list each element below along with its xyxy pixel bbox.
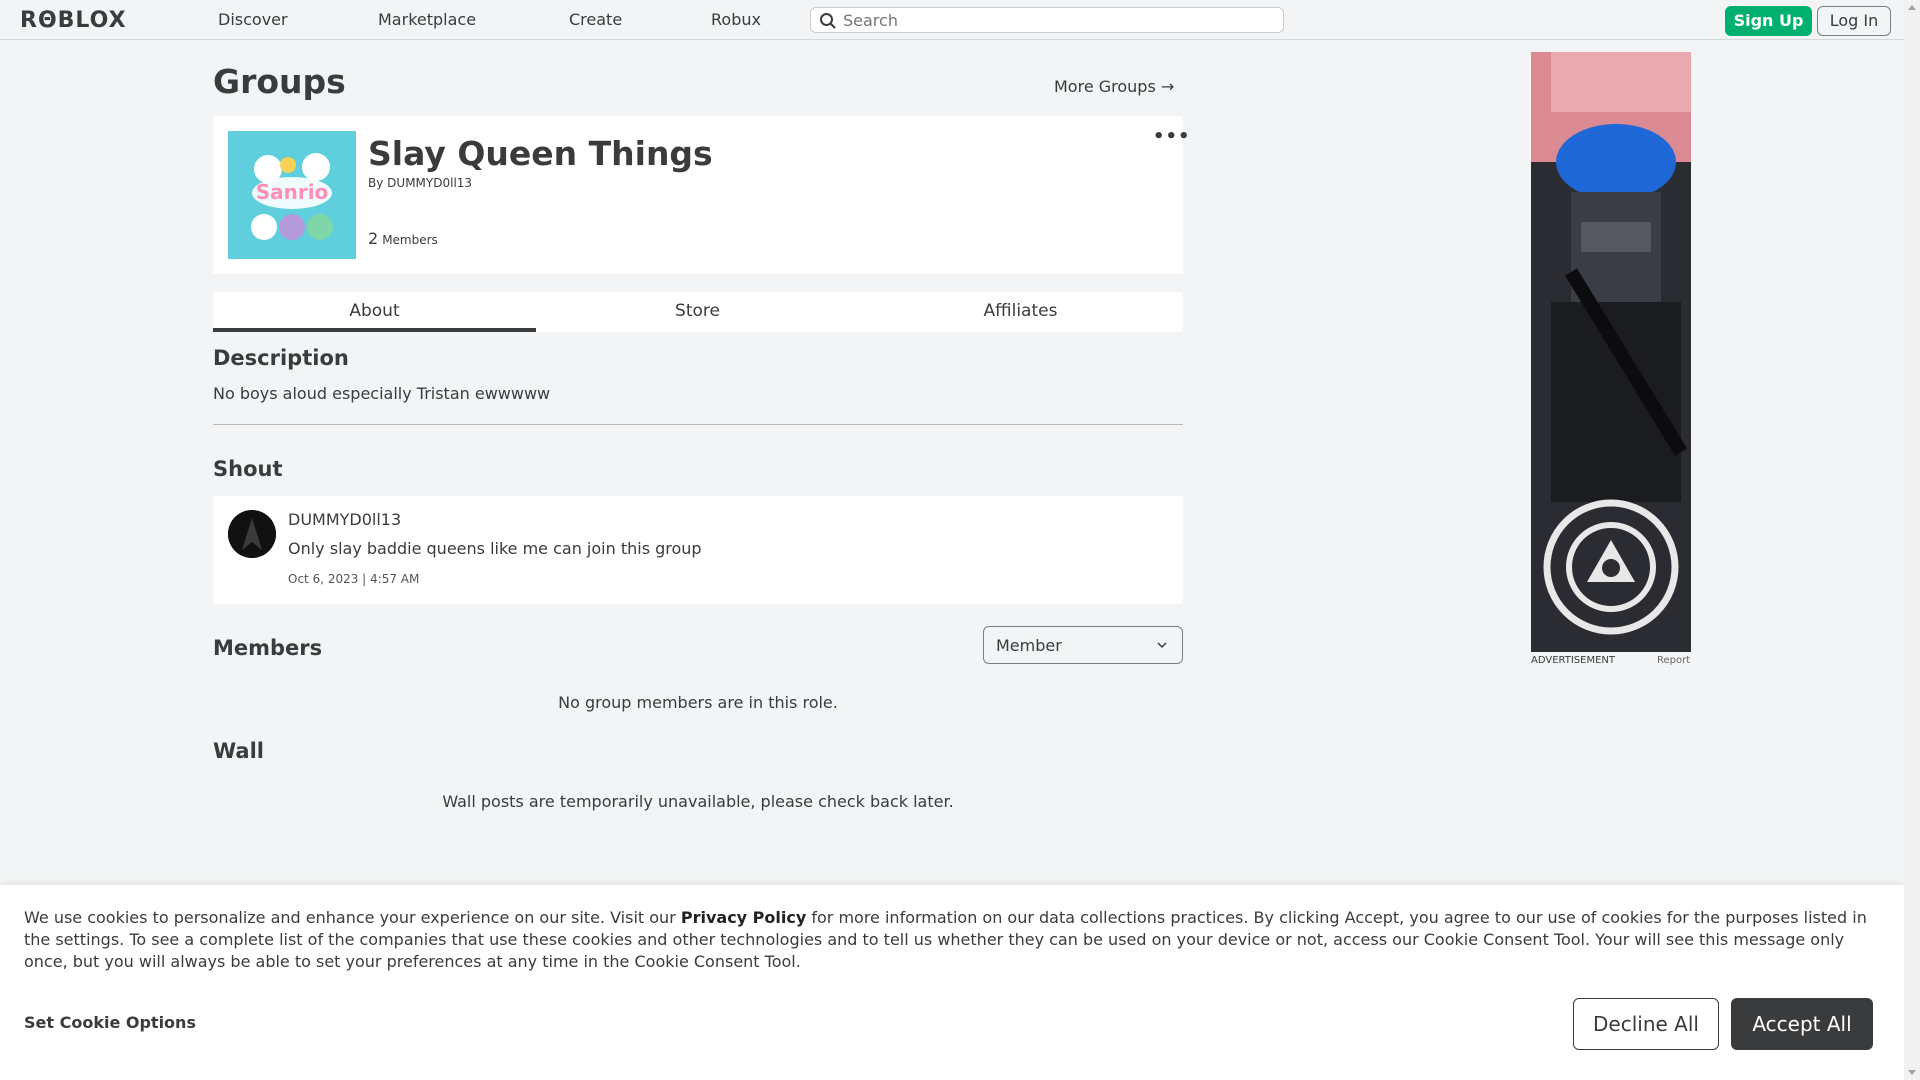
- wall-heading: Wall: [213, 739, 264, 763]
- shout-card: DUMMYD0ll13 Only slay baddie queens like…: [213, 496, 1183, 604]
- sign-up-button[interactable]: Sign Up: [1725, 6, 1812, 36]
- shout-author[interactable]: DUMMYD0ll13: [288, 510, 401, 529]
- more-groups-link[interactable]: More Groups →: [1054, 77, 1174, 96]
- cookie-message: We use cookies to personalize and enhanc…: [24, 907, 1884, 973]
- shout-heading: Shout: [213, 457, 283, 481]
- svg-text:Sanrio: Sanrio: [256, 180, 329, 204]
- nav-link-robux[interactable]: Robux: [711, 10, 761, 29]
- accept-all-button[interactable]: Accept All: [1731, 998, 1873, 1050]
- by-label: By: [368, 176, 384, 190]
- group-thumbnail: Sanrio: [228, 131, 356, 259]
- owner-link[interactable]: DUMMYD0ll13: [387, 176, 472, 190]
- scroll-up-icon[interactable]: [1908, 5, 1916, 10]
- sanrio-group-image: Sanrio: [228, 131, 356, 259]
- shout-timestamp: Oct 6, 2023 | 4:57 AM: [288, 572, 420, 586]
- avatar[interactable]: [228, 510, 276, 558]
- scroll-down-icon[interactable]: [1908, 1070, 1916, 1075]
- page-scrollbar[interactable]: [1904, 0, 1920, 1080]
- ad-report-link[interactable]: Report: [1657, 655, 1690, 666]
- cookie-text-before: We use cookies to personalize and enhanc…: [24, 908, 681, 927]
- privacy-policy-link[interactable]: Privacy Policy: [681, 908, 806, 927]
- role-dropdown[interactable]: Member: [983, 626, 1183, 664]
- page-title: Groups: [213, 62, 346, 101]
- search-box[interactable]: [810, 7, 1284, 33]
- log-in-button[interactable]: Log In: [1817, 6, 1891, 36]
- group-owner: By DUMMYD0ll13: [368, 176, 472, 190]
- members-heading: Members: [213, 636, 323, 660]
- tab-store[interactable]: Store: [536, 292, 859, 332]
- tab-affiliates[interactable]: Affiliates: [859, 292, 1182, 332]
- group-member-count: 2 Members: [368, 229, 438, 248]
- shout-message: Only slay baddie queens like me can join…: [288, 539, 702, 558]
- ad-image: [1531, 52, 1691, 652]
- wall-unavailable-message: Wall posts are temporarily unavailable, …: [442, 792, 954, 811]
- set-cookie-options-link[interactable]: Set Cookie Options: [24, 1013, 196, 1032]
- description-text: No boys aloud especially Tristan ewwwww: [213, 384, 551, 403]
- search-icon: [820, 13, 836, 29]
- divider: [213, 424, 1183, 425]
- roblox-logo[interactable]: RΘBLOX: [20, 8, 127, 33]
- group-name: Slay Queen Things: [368, 134, 713, 173]
- group-header-card: Sanrio Slay Queen Things By DUMMYD0ll13 …: [213, 116, 1190, 274]
- ad-label: ADVERTISEMENT: [1531, 655, 1616, 666]
- top-nav: RΘBLOX Discover Marketplace Create Robux…: [0, 0, 1904, 40]
- avatar-image: [228, 510, 276, 558]
- nav-link-marketplace[interactable]: Marketplace: [378, 10, 476, 29]
- group-tabs: About Store Affiliates: [213, 292, 1183, 332]
- members-label: Members: [382, 233, 438, 247]
- tab-about[interactable]: About: [213, 292, 536, 332]
- more-options-icon[interactable]: •••: [1153, 126, 1191, 147]
- members-empty-message: No group members are in this role.: [558, 693, 838, 712]
- role-dropdown-value: Member: [996, 636, 1062, 655]
- chevron-down-icon: [1157, 642, 1167, 649]
- nav-link-create[interactable]: Create: [569, 10, 622, 29]
- search-input[interactable]: [843, 10, 1273, 30]
- description-heading: Description: [213, 346, 349, 370]
- nav-link-discover[interactable]: Discover: [218, 10, 288, 29]
- decline-all-button[interactable]: Decline All: [1573, 998, 1719, 1050]
- advertisement-banner[interactable]: [1531, 52, 1691, 652]
- member-count-value: 2: [368, 229, 379, 248]
- cookie-banner: We use cookies to personalize and enhanc…: [0, 885, 1904, 1080]
